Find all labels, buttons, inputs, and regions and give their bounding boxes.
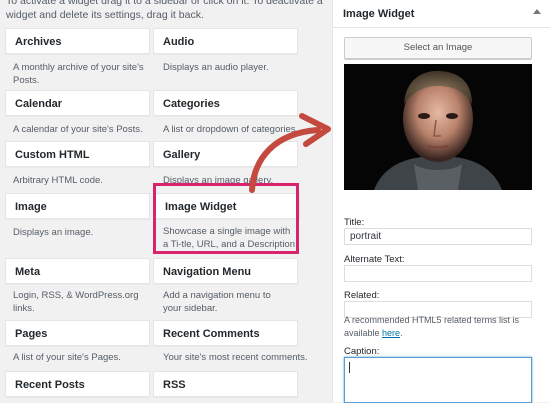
widget-description: Login, RSS, & WordPress.org links. [13, 290, 139, 314]
here-link[interactable]: here [382, 328, 400, 338]
widget-description: Your site's most recent comments. [163, 352, 308, 363]
widget-calendar[interactable]: Calendar [5, 90, 150, 116]
related-help-text: A recommended HTML5 related terms list i… [344, 314, 534, 339]
period: . [400, 327, 403, 338]
widget-meta[interactable]: Meta [5, 258, 150, 284]
widget-title: Gallery [163, 149, 201, 161]
widget-recent-posts[interactable]: Recent Posts [5, 371, 150, 397]
widget-archives[interactable]: Archives [5, 28, 150, 54]
widget-title: Pages [15, 328, 48, 340]
widget-description: A monthly archive of your site's Posts. [13, 62, 144, 86]
widget-audio[interactable]: Audio [153, 28, 298, 54]
widget-title: RSS [163, 379, 186, 391]
widget-description: Displays an audio player. [163, 62, 269, 73]
curved-arrow-icon [249, 113, 331, 193]
widget-image[interactable]: Image [5, 193, 150, 219]
widget-description: Displays an image. [13, 227, 94, 238]
widget-title: Image [15, 201, 47, 213]
widgets-intro-text: To activate a widget drag it to a sideba… [6, 0, 323, 21]
portrait-image [344, 64, 532, 190]
text-cursor [349, 362, 350, 373]
widget-navigation-menu[interactable]: Navigation Menu [153, 258, 298, 284]
caption-label: Caption: [344, 346, 380, 357]
title-label: Title: [344, 217, 365, 228]
related-help-note: A recommended HTML5 related terms list i… [344, 315, 520, 338]
title-input[interactable]: portrait [344, 228, 532, 245]
image-widget-panel: Image Widget Select an Image Title: port… [332, 0, 550, 403]
widget-title: Recent Comments [163, 328, 260, 340]
widget-custom-html[interactable]: Custom HTML [5, 141, 150, 167]
widget-title: Meta [15, 266, 41, 278]
alternate-text-label: Alternate Text: [344, 254, 405, 265]
widget-description: A calendar of your site's Posts. [13, 124, 143, 135]
widget-title: Calendar [15, 98, 63, 110]
widget-title: Categories [163, 98, 220, 110]
panel-header[interactable]: Image Widget [333, 0, 550, 28]
select-image-button[interactable]: Select an Image [344, 37, 532, 59]
widget-title: Recent Posts [15, 379, 85, 391]
widget-recent-comments[interactable]: Recent Comments [153, 320, 298, 346]
alternate-text-input[interactable] [344, 265, 532, 282]
widget-title: Navigation Menu [163, 266, 252, 278]
panel-title: Image Widget [343, 8, 415, 20]
widget-title: Audio [163, 36, 195, 48]
widget-description: A list of your site's Pages. [13, 352, 121, 363]
widget-rss[interactable]: RSS [153, 371, 298, 397]
related-label: Related: [344, 290, 380, 301]
collapse-arrow-icon[interactable] [533, 9, 541, 14]
widget-pages[interactable]: Pages [5, 320, 150, 346]
widget-description: Arbitrary HTML code. [13, 175, 103, 186]
widget-title: Custom HTML [15, 149, 90, 161]
widget-title: Archives [15, 36, 62, 48]
widget-description: Add a navigation menu to your sidebar. [163, 290, 271, 314]
caption-textarea[interactable] [344, 357, 532, 403]
